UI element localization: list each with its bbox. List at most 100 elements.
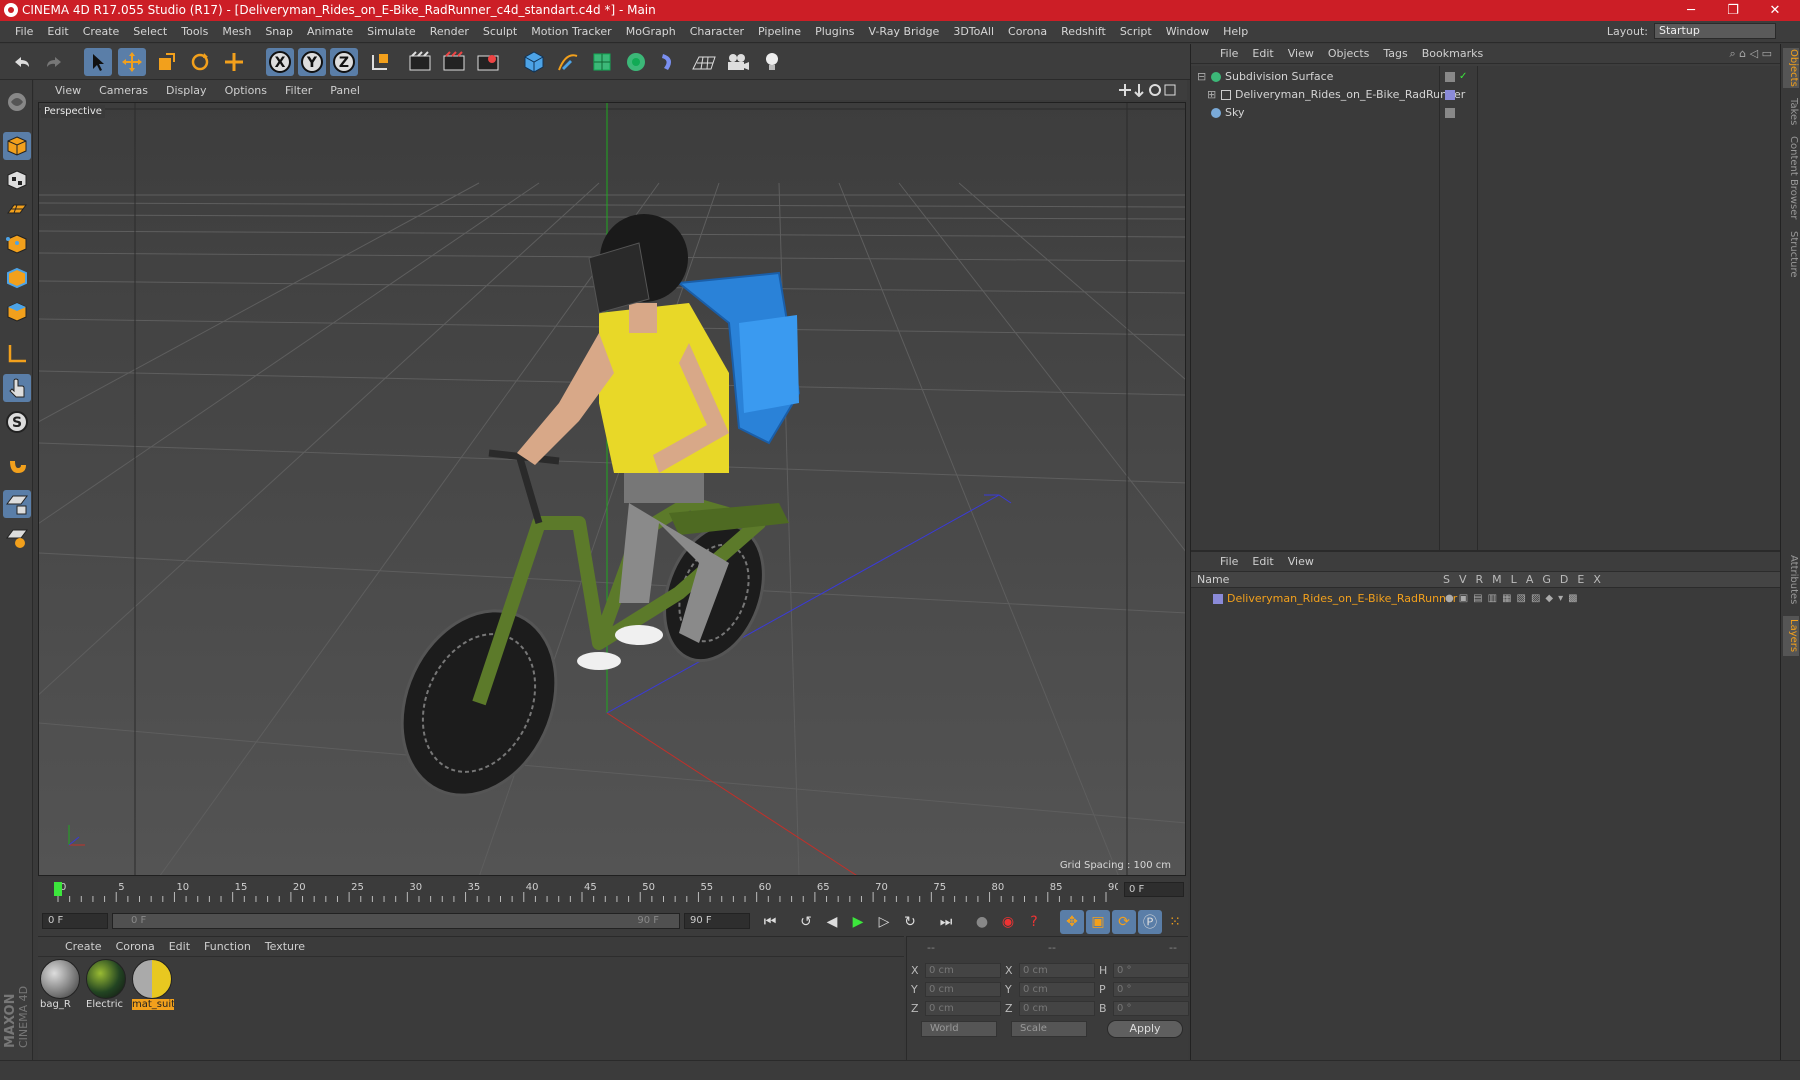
- workplane-icon[interactable]: [3, 196, 31, 224]
- objects-menu-view[interactable]: View: [1281, 47, 1321, 60]
- material-menu-function[interactable]: Function: [197, 940, 258, 953]
- key-position-icon[interactable]: ✥: [1060, 910, 1084, 934]
- subdivision-generator-icon[interactable]: [588, 48, 616, 76]
- col-manager[interactable]: M: [1492, 572, 1502, 588]
- layer-row[interactable]: Deliveryman_Rides_on_E-Bike_RadRunner ●▣…: [1191, 590, 1781, 608]
- menu-pipeline[interactable]: Pipeline: [751, 25, 808, 38]
- layers-menu-edit[interactable]: Edit: [1245, 555, 1280, 568]
- apply-button[interactable]: Apply: [1107, 1020, 1183, 1038]
- objects-menu-objects[interactable]: Objects: [1321, 47, 1377, 60]
- layer-swatch-icon[interactable]: [1445, 72, 1455, 82]
- menu-animate[interactable]: Animate: [300, 25, 360, 38]
- redo-icon[interactable]: [40, 48, 68, 76]
- menu-simulate[interactable]: Simulate: [360, 25, 423, 38]
- pos-y-field[interactable]: 0 cm: [925, 981, 1001, 997]
- magnet-icon[interactable]: [3, 450, 31, 478]
- collapse-toggle-icon[interactable]: ⊟: [1197, 68, 1206, 86]
- size-mode-dropdown[interactable]: Scale: [1011, 1021, 1087, 1037]
- lock-workplane-icon[interactable]: [3, 490, 31, 518]
- auto-keying-icon[interactable]: ◉: [996, 910, 1020, 934]
- timeline-ruler[interactable]: 0 5 10 15 20 25 30 35 40 45 50 55 60 65 70 75 80 85 90 0 F: [38, 878, 1188, 906]
- menu-corona[interactable]: Corona: [1001, 25, 1054, 38]
- menu-mograph[interactable]: MoGraph: [619, 25, 683, 38]
- objects-menu-bookmarks[interactable]: Bookmarks: [1415, 47, 1490, 60]
- layer-swatch-icon[interactable]: [1445, 108, 1455, 118]
- menu-mesh[interactable]: Mesh: [215, 25, 258, 38]
- col-generators[interactable]: G: [1542, 572, 1551, 588]
- menu-sculpt[interactable]: Sculpt: [476, 25, 524, 38]
- start-frame-field[interactable]: 0 F: [42, 913, 108, 929]
- previous-frame-icon[interactable]: ◀: [820, 910, 844, 934]
- tab-content-browser[interactable]: Content Browser: [1783, 136, 1799, 220]
- menu-create[interactable]: Create: [76, 25, 127, 38]
- minimize-button[interactable]: ─: [1668, 0, 1714, 21]
- size-z-field[interactable]: 0 cm: [1019, 1000, 1095, 1016]
- preview-range-slider[interactable]: 0 F 90 F: [112, 913, 680, 929]
- key-parameter-icon[interactable]: Ⓟ: [1138, 910, 1162, 934]
- move-tool-icon[interactable]: [118, 48, 146, 76]
- cube-primitive-icon[interactable]: [520, 48, 548, 76]
- rot-b-field[interactable]: 0 °: [1113, 1000, 1189, 1016]
- object-row-subdivision[interactable]: ⊟ Subdivision Surface ✓: [1191, 68, 1781, 86]
- material-menu-create[interactable]: Create: [58, 940, 109, 953]
- tab-takes[interactable]: Takes: [1783, 96, 1799, 128]
- layers-menu-file[interactable]: File: [1213, 555, 1245, 568]
- layout-dropdown[interactable]: Startup: [1654, 23, 1776, 39]
- col-render[interactable]: R: [1476, 572, 1484, 588]
- menu-character[interactable]: Character: [683, 25, 751, 38]
- render-view-icon[interactable]: [406, 48, 434, 76]
- material-swatch-bag[interactable]: bag_R: [40, 959, 82, 1013]
- enabled-check-icon[interactable]: ✓: [1459, 68, 1467, 86]
- tab-structure[interactable]: Structure: [1783, 228, 1799, 280]
- axis-mode-icon[interactable]: [3, 340, 31, 368]
- expand-toggle-icon[interactable]: ⊞: [1207, 86, 1216, 104]
- col-view[interactable]: V: [1459, 572, 1467, 588]
- current-frame-field[interactable]: 0 F: [1124, 882, 1184, 897]
- menu-help[interactable]: Help: [1216, 25, 1255, 38]
- menu-file[interactable]: File: [8, 25, 40, 38]
- rot-p-field[interactable]: 0 °: [1113, 981, 1189, 997]
- menu-edit[interactable]: Edit: [40, 25, 75, 38]
- menu-script[interactable]: Script: [1113, 25, 1159, 38]
- material-menu-edit[interactable]: Edit: [162, 940, 197, 953]
- coordinate-system-icon[interactable]: [366, 48, 394, 76]
- rotate-tool-icon[interactable]: [186, 48, 214, 76]
- timeline-ticks[interactable]: 0 5 10 15 20 25 30 35 40 45 50 55 60 65 70 75 80 85 90: [48, 880, 1118, 904]
- select-tool-icon[interactable]: [84, 48, 112, 76]
- y-axis-lock-icon[interactable]: Y: [298, 48, 326, 76]
- pos-z-field[interactable]: 0 cm: [925, 1000, 1001, 1016]
- objects-menu-tags[interactable]: Tags: [1376, 47, 1414, 60]
- x-axis-lock-icon[interactable]: X: [266, 48, 294, 76]
- object-row-deliveryman[interactable]: ⊞ Deliveryman_Rides_on_E-Bike_RadRunner: [1191, 86, 1781, 104]
- scale-tool-icon[interactable]: [152, 48, 180, 76]
- menu-vray-bridge[interactable]: V-Ray Bridge: [861, 25, 946, 38]
- col-xref[interactable]: X: [1593, 572, 1601, 588]
- previous-key-icon[interactable]: ↺: [794, 910, 818, 934]
- viewport-menu-filter[interactable]: Filter: [276, 84, 321, 97]
- col-deformers[interactable]: D: [1560, 572, 1568, 588]
- material-swatch-suit[interactable]: mat_suit: [132, 959, 174, 1013]
- layers-menu-view[interactable]: View: [1281, 555, 1321, 568]
- deformer-icon[interactable]: [656, 48, 684, 76]
- camera-icon[interactable]: [724, 48, 752, 76]
- tweak-mode-icon[interactable]: [3, 374, 31, 402]
- viewport-menu-cameras[interactable]: Cameras: [90, 84, 157, 97]
- polygons-mode-icon[interactable]: [3, 298, 31, 326]
- menu-plugins[interactable]: Plugins: [808, 25, 861, 38]
- viewport-menu-view[interactable]: View: [46, 84, 90, 97]
- viewport-menu-display[interactable]: Display: [157, 84, 216, 97]
- viewport-menu-options[interactable]: Options: [216, 84, 276, 97]
- perspective-viewport[interactable]: Perspective Grid Spacing : 100 cm: [38, 102, 1186, 876]
- z-axis-lock-icon[interactable]: Z: [330, 48, 358, 76]
- key-scale-icon[interactable]: ▣: [1086, 910, 1110, 934]
- tab-objects[interactable]: Objects: [1783, 48, 1799, 88]
- col-expressions[interactable]: E: [1577, 572, 1584, 588]
- record-keys-icon[interactable]: ●: [970, 910, 994, 934]
- object-row-sky[interactable]: Sky: [1191, 104, 1781, 122]
- menu-motion-tracker[interactable]: Motion Tracker: [524, 25, 618, 38]
- snap-enable-icon[interactable]: S: [3, 408, 31, 436]
- viewport-nav-icons[interactable]: [1119, 83, 1179, 97]
- points-mode-icon[interactable]: [3, 230, 31, 258]
- render-picture-viewer-icon[interactable]: [440, 48, 468, 76]
- viewport-menu-panel[interactable]: Panel: [321, 84, 369, 97]
